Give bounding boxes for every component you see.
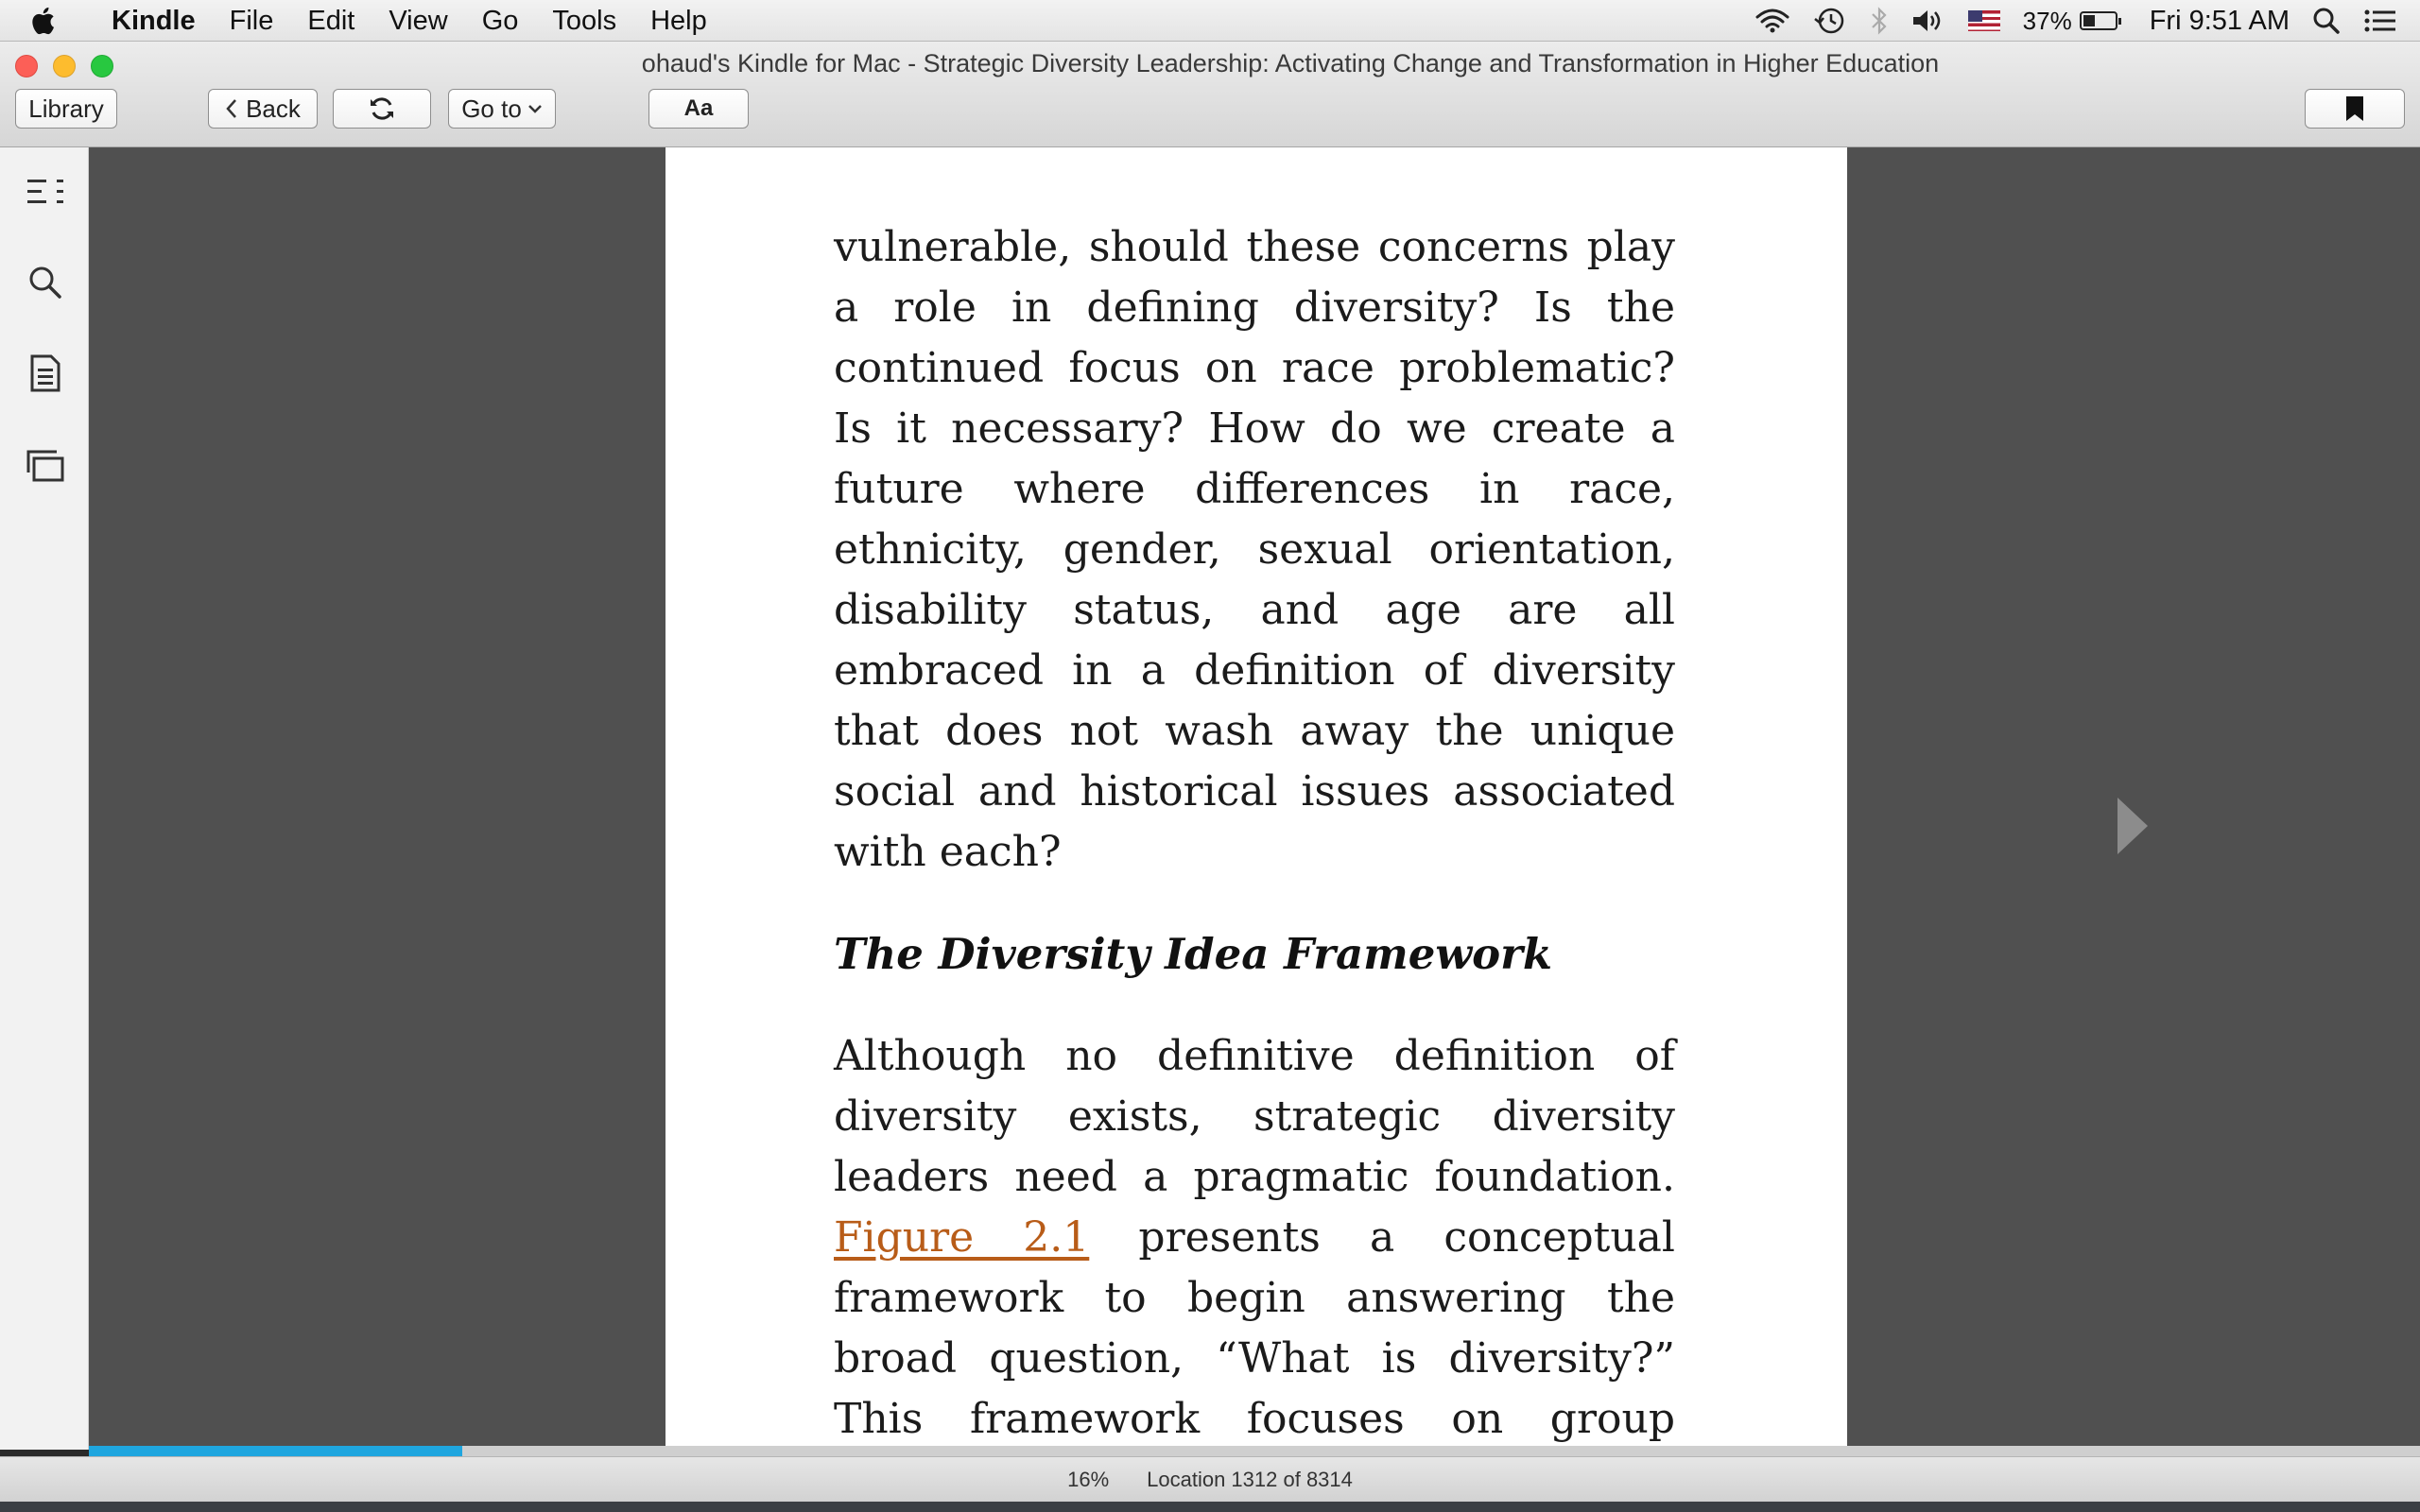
menu-app-kindle[interactable]: Kindle bbox=[95, 0, 213, 42]
menu-file[interactable]: File bbox=[213, 0, 291, 42]
book-paragraph: vulnerable, should these concerns play a… bbox=[834, 223, 1675, 876]
window-title: ohaud's Kindle for Mac - Strategic Diver… bbox=[641, 49, 1940, 77]
reading-area: vulnerable, should these concerns play a… bbox=[89, 147, 2420, 1503]
goto-label: Go to bbox=[461, 94, 522, 123]
sync-icon bbox=[368, 95, 396, 122]
volume-icon[interactable] bbox=[1911, 8, 1945, 34]
notification-center-icon[interactable] bbox=[2363, 8, 2397, 34]
bookmark-icon bbox=[2345, 95, 2364, 122]
progress-percent: 16% bbox=[1067, 1467, 1110, 1491]
battery-percent: 37% bbox=[2022, 6, 2072, 35]
reading-progress-fill bbox=[89, 1446, 462, 1456]
menu-edit[interactable]: Edit bbox=[290, 0, 372, 42]
location-indicator: Location 1312 of 8314 bbox=[1147, 1467, 1353, 1491]
back-button[interactable]: Back bbox=[208, 89, 318, 129]
book-text: Although no definitive definition of div… bbox=[834, 1032, 1675, 1201]
clock[interactable]: Fri 9:51 AM bbox=[2150, 6, 2290, 37]
goto-dropdown[interactable]: Go to bbox=[448, 89, 556, 129]
next-page-arrow-icon[interactable] bbox=[2114, 796, 2152, 856]
battery-icon[interactable] bbox=[2079, 11, 2121, 30]
table-of-contents-icon[interactable] bbox=[26, 172, 65, 212]
library-button[interactable]: Library bbox=[15, 89, 117, 129]
chevron-left-icon bbox=[225, 98, 238, 119]
reading-progress-bar[interactable] bbox=[89, 1446, 2420, 1456]
book-paragraph: Although no definitive definition of div… bbox=[834, 1026, 1675, 1510]
spotlight-icon[interactable] bbox=[2312, 7, 2341, 35]
menu-view[interactable]: View bbox=[372, 0, 464, 42]
apple-menu-icon[interactable] bbox=[30, 7, 76, 35]
window-titlebar: ohaud's Kindle for Mac - Strategic Diver… bbox=[0, 42, 2420, 147]
status-bar: 16% Location 1312 of 8314 bbox=[0, 1456, 2420, 1502]
page-content: vulnerable, should these concerns play a… bbox=[834, 217, 1675, 1510]
menu-go[interactable]: Go bbox=[465, 0, 536, 42]
battery-level bbox=[2083, 15, 2095, 26]
sidebar bbox=[0, 147, 89, 1450]
menu-tools[interactable]: Tools bbox=[535, 0, 633, 42]
figure-link[interactable]: Figure 2.1 bbox=[834, 1213, 1089, 1262]
time-machine-icon[interactable] bbox=[1813, 6, 1847, 36]
sync-button[interactable] bbox=[333, 89, 431, 129]
flashcards-icon[interactable] bbox=[26, 446, 65, 486]
library-button-label: Library bbox=[28, 94, 104, 123]
menu-help[interactable]: Help bbox=[633, 0, 724, 42]
bluetooth-icon[interactable] bbox=[1870, 6, 1889, 36]
menu-bar: Kindle File Edit View Go Tools Help 37% … bbox=[0, 0, 2420, 42]
bookmark-button[interactable] bbox=[2305, 89, 2405, 129]
font-settings-label: Aa bbox=[683, 95, 714, 121]
font-settings-button[interactable]: Aa bbox=[648, 89, 749, 129]
desktop-background bbox=[0, 1502, 2420, 1512]
notes-icon[interactable] bbox=[26, 353, 65, 393]
search-icon[interactable] bbox=[26, 263, 65, 302]
chevron-down-icon bbox=[527, 103, 543, 114]
back-button-label: Back bbox=[246, 94, 301, 123]
wifi-icon[interactable] bbox=[1754, 8, 1790, 34]
section-heading: The Diversity Idea Framework bbox=[834, 929, 1553, 979]
book-page[interactable]: vulnerable, should these concerns play a… bbox=[666, 147, 1847, 1503]
us-flag-icon[interactable] bbox=[1967, 10, 2000, 31]
